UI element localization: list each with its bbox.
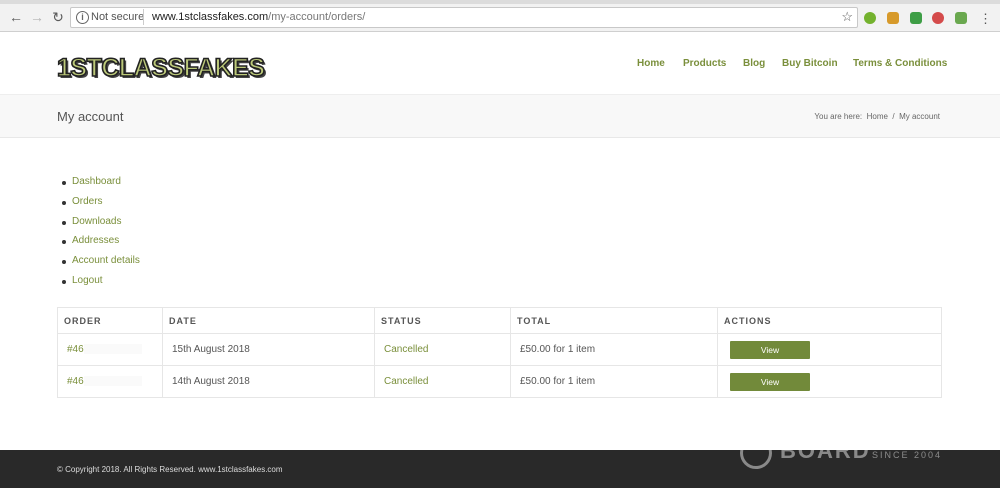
nav-home[interactable]: Home	[637, 58, 665, 69]
bullet-icon	[62, 240, 66, 245]
account-navigation: Dashboard Orders Downloads Addresses Acc…	[62, 176, 140, 295]
order-number[interactable]: #46	[67, 344, 84, 355]
browser-menu-icon[interactable]: ⋮	[979, 11, 992, 27]
watermark-line2: SINCE 2004	[872, 450, 943, 460]
breadcrumb: You are here: Home / My account	[814, 112, 940, 121]
account-nav-label: Dashboard	[72, 176, 121, 187]
order-date-cell: 15th August 2018	[162, 333, 375, 366]
bullet-icon	[62, 181, 66, 185]
table-row: #46 15th August 2018 Cancelled £50.00 fo…	[57, 333, 942, 366]
url-domain: www.1stclassfakes.com	[152, 11, 269, 23]
account-nav-logout[interactable]: Logout	[62, 275, 140, 295]
table-row: #46 14th August 2018 Cancelled £50.00 fo…	[57, 365, 942, 398]
breadcrumb-current: My account	[899, 112, 940, 121]
order-total-cell: £50.00 for 1 item	[510, 365, 718, 398]
breadcrumb-home[interactable]: Home	[867, 112, 888, 121]
account-nav-orders[interactable]: Orders	[62, 196, 140, 216]
nav-blog[interactable]: Blog	[743, 58, 765, 69]
breadcrumb-prefix: You are here:	[814, 112, 863, 121]
order-date-cell: 14th August 2018	[162, 365, 375, 398]
extension-orange-icon[interactable]	[887, 12, 899, 24]
account-nav-label: Orders	[72, 195, 103, 207]
bookmark-star-icon[interactable]: ☆	[841, 9, 853, 25]
order-number-cell[interactable]: #46	[57, 333, 163, 366]
bullet-icon	[62, 279, 66, 284]
account-nav-label: Addresses	[72, 235, 120, 247]
address-separator	[143, 9, 144, 25]
site-footer: © Copyright 2018. All Rights Reserved. w…	[0, 437, 1000, 488]
bullet-icon	[62, 200, 66, 205]
column-header-order: ORDER	[57, 307, 163, 334]
watermark-line1: RESOLVING	[872, 440, 942, 450]
nav-products[interactable]: Products	[683, 58, 726, 69]
redacted-order-digits	[83, 344, 142, 355]
bullet-icon	[62, 220, 66, 225]
order-actions-cell: View	[717, 365, 942, 398]
column-header-date: DATE	[162, 307, 375, 334]
forward-arrow-icon[interactable]: →	[29, 9, 45, 25]
security-label: Not secure	[91, 11, 145, 23]
column-header-status: STATUS	[374, 307, 511, 334]
order-status-cell: Cancelled	[374, 333, 511, 366]
extension-shield-icon[interactable]	[910, 12, 922, 24]
account-nav-dashboard[interactable]: Dashboard	[62, 176, 140, 196]
breadcrumb-separator: /	[892, 112, 895, 121]
account-nav-account-details[interactable]: Account details	[62, 255, 140, 275]
browser-toolbar: ← → ↻ i Not secure www.1stclassfakes.com…	[0, 4, 1000, 32]
redacted-order-digits	[83, 376, 142, 387]
order-actions-cell: View	[717, 333, 942, 366]
column-header-actions: ACTIONS	[717, 307, 942, 334]
order-total-cell: £50.00 for 1 item	[510, 333, 718, 366]
footer-copyright: © Copyright 2018. All Rights Reserved. w…	[57, 465, 283, 474]
url-text[interactable]: www.1stclassfakes.com/my-account/orders/	[152, 11, 365, 23]
account-nav-addresses[interactable]: Addresses	[62, 235, 140, 255]
column-header-total: TOTAL	[510, 307, 718, 334]
reload-icon[interactable]: ↻	[50, 9, 66, 25]
nav-buy-bitcoin[interactable]: Buy Bitcoin	[782, 58, 838, 69]
extension-green-icon[interactable]	[864, 12, 876, 24]
table-header-row: ORDER DATE STATUS TOTAL ACTIONS	[57, 307, 942, 334]
back-arrow-icon[interactable]: ←	[8, 9, 24, 25]
extension-red-icon[interactable]	[932, 12, 944, 24]
order-number-cell[interactable]: #46	[57, 365, 163, 398]
url-path: /my-account/orders/	[268, 11, 366, 23]
site-logo[interactable]: 1STCLASSFAKES	[56, 53, 266, 83]
watermark-tagline: RESOLVING SINCE 2004	[872, 440, 942, 460]
info-icon[interactable]: i	[76, 11, 89, 24]
watermark-brand: BOARD	[780, 438, 871, 463]
account-nav-label: Downloads	[72, 215, 122, 227]
orders-table: ORDER DATE STATUS TOTAL ACTIONS #46 15th…	[57, 307, 942, 398]
page-title-bar: My account You are here: Home / My accou…	[0, 94, 1000, 138]
view-order-button[interactable]: View	[730, 340, 810, 359]
watermark-circle-icon	[740, 437, 772, 469]
nav-terms-conditions[interactable]: Terms & Conditions	[853, 58, 947, 69]
order-status-cell: Cancelled	[374, 365, 511, 398]
extension-square-icon[interactable]	[955, 12, 967, 24]
view-order-button[interactable]: View	[730, 372, 810, 391]
account-nav-label: Account details	[72, 255, 140, 267]
account-nav-label: Logout	[72, 274, 103, 286]
bullet-icon	[62, 260, 66, 265]
account-nav-downloads[interactable]: Downloads	[62, 216, 140, 236]
page-title: My account	[57, 109, 124, 124]
address-bar[interactable]: i Not secure www.1stclassfakes.com/my-ac…	[70, 7, 858, 28]
order-number[interactable]: #46	[67, 376, 84, 387]
